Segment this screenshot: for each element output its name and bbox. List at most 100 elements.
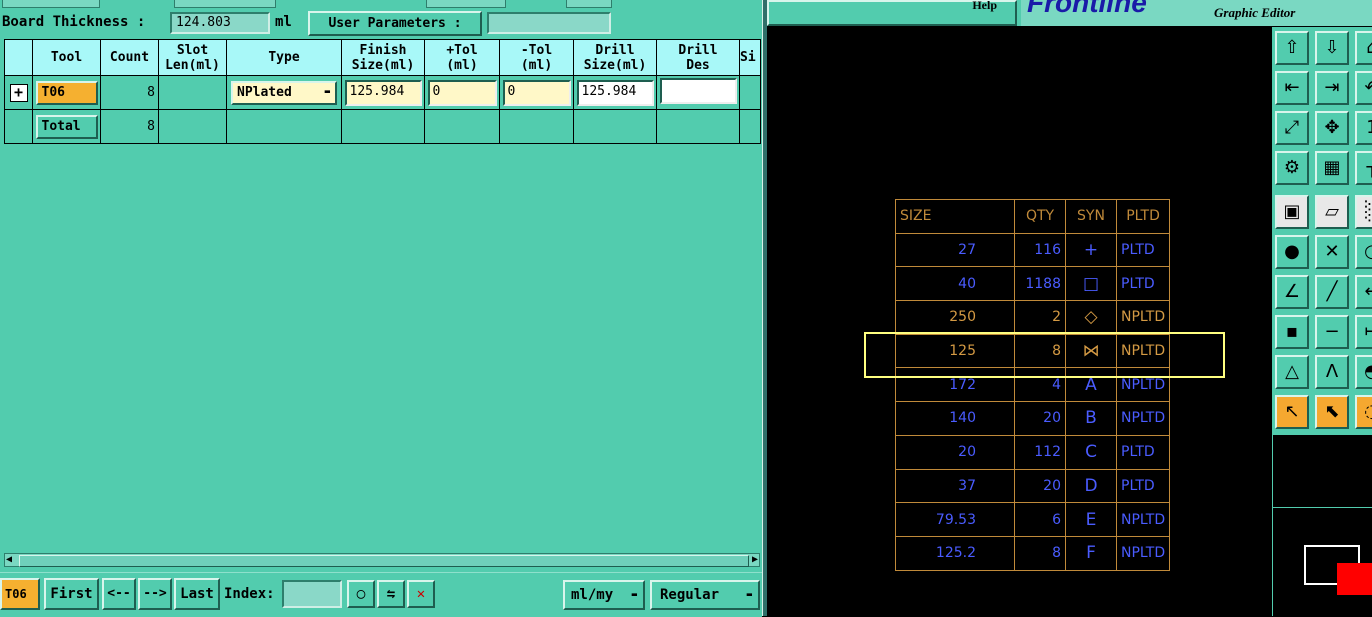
drill-qty-cell: 2 <box>1014 300 1066 335</box>
column-header-tool[interactable]: Tool <box>32 39 101 76</box>
drill-size-cell: 140 <box>895 401 1015 436</box>
drill-row[interactable]: 20 112 C PLTD <box>895 434 1171 470</box>
drill-size-cell: 79.53 <box>895 502 1015 537</box>
fit-icon[interactable]: ⤢ <box>1275 111 1309 145</box>
insert-left-icon[interactable]: ⇤ <box>1275 71 1309 105</box>
stretch-icon[interactable]: ↦ <box>1355 315 1372 349</box>
snap-icon[interactable]: ┐ <box>1355 151 1372 185</box>
lasso-icon[interactable]: ◌ <box>1355 395 1372 429</box>
user-parameters-field[interactable] <box>487 12 611 34</box>
column-header-finish-size[interactable]: Finish Size(ml) <box>341 39 425 76</box>
insert-right-icon[interactable]: ⇥ <box>1315 71 1349 105</box>
lightbulb-icon[interactable]: ◯ <box>347 580 375 608</box>
drill-row[interactable]: 40 1188 □ PLTD <box>895 266 1171 302</box>
column-header-drill-size[interactable]: Drill Size(ml) <box>573 39 657 76</box>
user-parameters-label[interactable]: User Parameters : <box>308 11 482 36</box>
settings-icon[interactable]: ⚙ <box>1275 151 1309 185</box>
drill-row[interactable]: 140 20 B NPLTD <box>895 401 1171 436</box>
app-header: Help Frontline Graphic Editor <box>767 0 1372 26</box>
select-icon[interactable]: ↖ <box>1275 395 1309 429</box>
arrow-icon[interactable]: ← <box>1355 275 1372 309</box>
drill-symbol-cell: □ <box>1065 266 1117 302</box>
board-thickness-label: Board Thickness : <box>2 14 146 30</box>
select-box-icon[interactable]: ⬉ <box>1315 395 1349 429</box>
column-header-minus-tol[interactable]: -Tol (ml) <box>499 39 574 76</box>
dropdown-indicator-icon: ▬ <box>631 590 637 600</box>
total-empty-cell <box>226 109 342 144</box>
drill-row[interactable]: 79.53 6 E NPLTD <box>895 502 1171 537</box>
house-icon[interactable]: ⌂ <box>1355 31 1372 65</box>
tab-strip-4[interactable] <box>566 0 612 8</box>
scale-icon[interactable]: ░ <box>1355 195 1372 229</box>
total-blank-cell <box>4 109 33 144</box>
shield-icon[interactable]: ◓ <box>1355 355 1372 389</box>
drill-row[interactable]: 37 20 D PLTD <box>895 468 1171 504</box>
scroll-right-icon[interactable]: ▶ <box>752 554 758 566</box>
units-dropdown[interactable]: ml/my ▬ <box>563 580 645 610</box>
table-header-row: Tool Count Slot Len(ml) Type Finish Size(m… <box>4 39 761 76</box>
delete-icon[interactable]: ✕ <box>407 580 435 608</box>
scroll-left-icon[interactable]: ◀ <box>6 554 12 566</box>
node-icon[interactable]: ○ <box>1355 235 1372 269</box>
connect-icon[interactable]: ● <box>1275 235 1309 269</box>
mode-dropdown[interactable]: Regular ▬ <box>650 580 760 610</box>
pad-icon[interactable]: ▣ <box>1275 195 1309 229</box>
drill-symbol-cell: ◇ <box>1065 300 1117 335</box>
board-thickness-field[interactable]: 124.803 <box>170 12 270 34</box>
help-menu[interactable]: Help <box>767 0 1017 26</box>
drill-row[interactable]: 250 2 ◇ NPLTD <box>895 300 1171 335</box>
drill-size-cell: 37 <box>895 468 1015 504</box>
export-icon[interactable]: ⇩ <box>1315 31 1349 65</box>
minus-tol-input[interactable]: 0 <box>502 79 571 106</box>
minus-icon[interactable]: − <box>1315 315 1349 349</box>
line-icon[interactable]: ╱ <box>1315 275 1349 309</box>
previous-button[interactable]: <-- <box>102 578 136 610</box>
total-button[interactable]: Total <box>35 114 98 139</box>
drill-row[interactable]: 125.2 8 F NPLTD <box>895 535 1171 571</box>
tab-strip-2[interactable] <box>174 0 276 8</box>
type-dropdown[interactable]: NPlated ▬ <box>231 80 337 105</box>
import-icon[interactable]: ⇧ <box>1275 31 1309 65</box>
plus-tol-input[interactable]: 0 <box>427 79 497 106</box>
drill-symbol-cell: F <box>1065 535 1117 571</box>
column-header-si[interactable]: Si <box>739 39 761 76</box>
peak-icon[interactable]: Λ <box>1315 355 1349 389</box>
drill-row[interactable]: 27 116 + PLTD <box>895 232 1171 268</box>
drill-pltd-cell: NPLTD <box>1115 300 1171 335</box>
drill-size-input[interactable]: 125.984 <box>576 79 654 106</box>
drill-des-input[interactable] <box>659 77 737 104</box>
undo-icon[interactable]: ↶ <box>1355 71 1372 105</box>
grid-icon[interactable]: ▦ <box>1315 151 1349 185</box>
overview-panel[interactable] <box>1272 435 1372 616</box>
next-button[interactable]: --> <box>138 578 172 610</box>
expand-toggle[interactable]: + <box>9 83 28 102</box>
tab-strip-1[interactable] <box>2 0 100 8</box>
total-empty-cell <box>341 109 425 144</box>
tool-button[interactable]: T06 <box>35 80 98 105</box>
column-header-plus-tol[interactable]: +Tol (ml) <box>424 39 500 76</box>
column-header-type[interactable]: Type <box>226 39 342 76</box>
drill-qty-cell: 112 <box>1014 434 1066 470</box>
cross-icon[interactable]: ✕ <box>1315 235 1349 269</box>
swap-icon[interactable]: ⇋ <box>377 580 405 608</box>
line-angle-icon[interactable]: ∠ <box>1275 275 1309 309</box>
triangle-icon[interactable]: △ <box>1275 355 1309 389</box>
first-button[interactable]: First <box>44 578 99 610</box>
finish-size-input[interactable]: 125.984 <box>344 79 422 106</box>
scroll-thumb[interactable] <box>19 555 749 567</box>
column-header-slot[interactable]: Slot Len(ml) <box>158 39 227 76</box>
units-value: ml/my <box>571 587 614 603</box>
horizontal-scrollbar[interactable]: ◀ ▶ <box>4 553 760 567</box>
column-header-drill-des[interactable]: Drill Des <box>656 39 740 76</box>
app-subtitle: Graphic Editor <box>1214 5 1296 20</box>
square-dot-icon[interactable]: ▪ <box>1275 315 1309 349</box>
ruler-icon[interactable]: 1 <box>1355 111 1372 145</box>
last-button[interactable]: Last <box>174 578 220 610</box>
column-header-count[interactable]: Count <box>100 39 159 76</box>
drill-pltd-cell: PLTD <box>1115 434 1171 470</box>
shape-icon[interactable]: ▱ <box>1315 195 1349 229</box>
index-input[interactable] <box>282 580 342 608</box>
zoom-icon[interactable]: ✥ <box>1315 111 1349 145</box>
tab-strip-3[interactable] <box>426 0 506 8</box>
slot-cell[interactable] <box>158 75 227 110</box>
